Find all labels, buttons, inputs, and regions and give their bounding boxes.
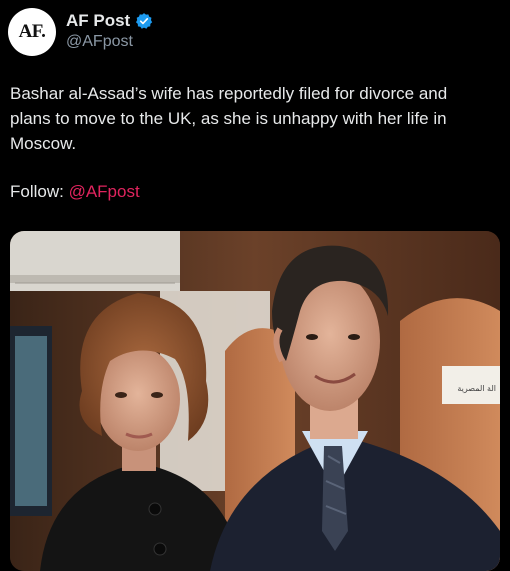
follow-mention-link[interactable]: @AFpost	[69, 182, 140, 201]
avatar-logo-text: AF.	[18, 21, 46, 42]
author-name: AF Post	[66, 11, 131, 30]
follow-line: Follow: @AFpost	[10, 179, 140, 204]
wall-sign-text: الة المصرية	[457, 384, 496, 393]
author-name-row[interactable]: AF Post	[66, 11, 153, 31]
verified-badge-icon	[136, 13, 153, 29]
photo-illustration: الة المصرية	[10, 231, 500, 571]
tweet-post: AF. AF Post @AFpost Bashar al-Assad’s wi…	[0, 0, 510, 571]
avatar[interactable]: AF.	[8, 8, 56, 56]
author-handle[interactable]: @AFpost	[66, 33, 133, 51]
follow-label: Follow:	[10, 182, 69, 201]
post-photo[interactable]: الة المصرية	[10, 231, 500, 571]
post-text: Bashar al-Assad’s wife has reportedly fi…	[10, 84, 448, 153]
